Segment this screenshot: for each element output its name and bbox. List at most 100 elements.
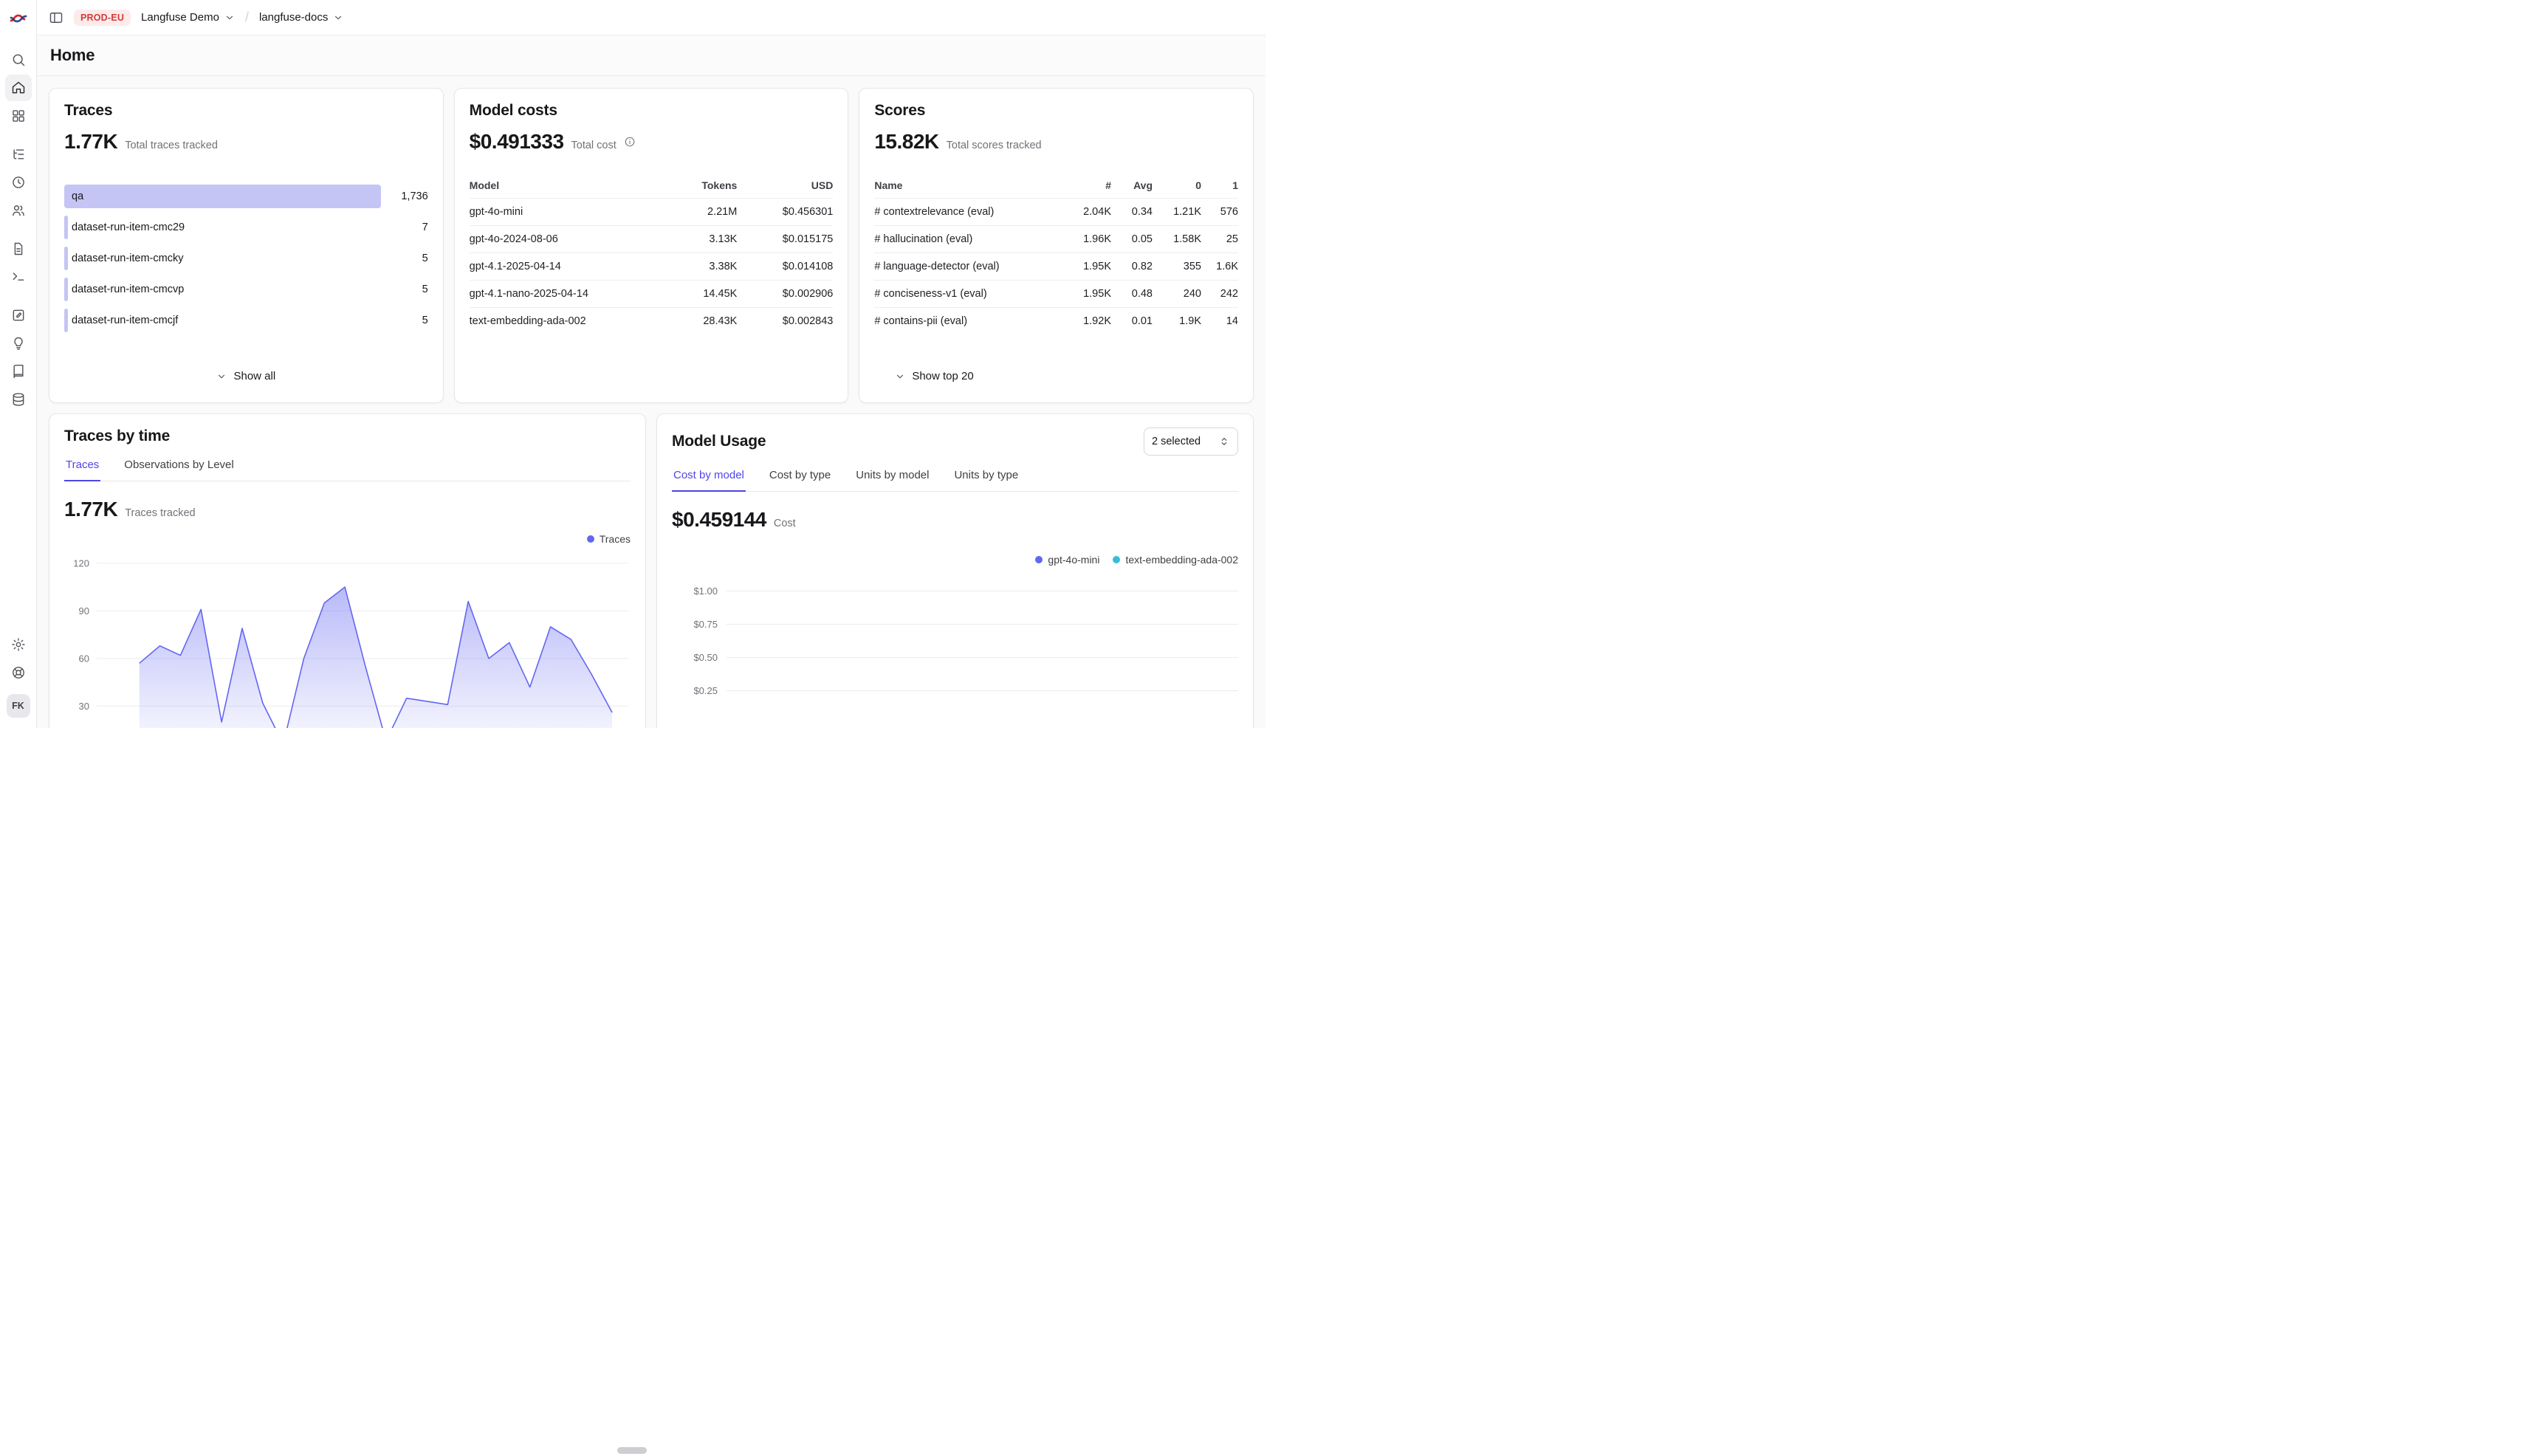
project-name: langfuse-docs <box>259 11 328 24</box>
terminal-icon <box>11 269 26 284</box>
sidebar-bottom: FK <box>5 631 32 718</box>
dashboard-content: Traces 1.77K Total traces tracked qa1,73… <box>37 76 1266 728</box>
trace-bar-row[interactable]: dataset-run-item-cmcvp5 <box>64 278 428 301</box>
table-cell: 1.92K <box>1060 315 1111 327</box>
scores-card: Scores 15.82K Total scores tracked Name#… <box>859 88 1254 403</box>
info-icon[interactable] <box>624 136 636 148</box>
tab-observations-by-level[interactable]: Observations by Level <box>123 454 235 481</box>
table-cell: 0.48 <box>1111 288 1153 300</box>
user-avatar[interactable]: FK <box>7 694 30 718</box>
table-header-cell: Avg <box>1111 179 1153 191</box>
sidebar-toggle-button[interactable] <box>49 10 63 25</box>
table-header-cell: 0 <box>1153 179 1201 191</box>
table-cell: $0.002843 <box>737 315 833 327</box>
scores-card-title: Scores <box>874 102 1238 120</box>
table-cell: text-embedding-ada-002 <box>470 315 634 327</box>
table-cell: gpt-4o-mini <box>470 206 634 218</box>
trace-bar-row[interactable]: dataset-run-item-cmcjf 5 <box>64 309 428 332</box>
table-row: # contains-pii (eval)1.92K0.011.9K14 <box>874 308 1238 334</box>
trace-bar-row[interactable]: dataset-run-item-cmc297 <box>64 216 428 239</box>
top-card-row: Traces 1.77K Total traces tracked qa1,73… <box>49 88 1254 403</box>
table-header-cell: Tokens <box>633 179 737 191</box>
trace-bar-row[interactable]: dataset-run-item-cmcky5 <box>64 247 428 270</box>
sidebar-sessions-button[interactable] <box>5 169 32 196</box>
tab-units-by-type[interactable]: Units by type <box>952 464 1020 492</box>
horizontal-scrollbar-thumb[interactable] <box>617 1447 647 1454</box>
search-icon <box>11 52 26 67</box>
sidebar-playground-button[interactable] <box>5 264 32 290</box>
table-cell: 28.43K <box>633 315 737 327</box>
sidebar-search-button[interactable] <box>5 47 32 73</box>
table-cell: 3.38K <box>633 261 737 272</box>
show-all-button[interactable]: Show all <box>206 363 286 389</box>
usage-gridline <box>727 690 1238 691</box>
table-cell: # contextrelevance (eval) <box>874 206 1060 218</box>
traces-by-time-card: Traces by time Traces Observations by Le… <box>49 413 646 728</box>
model-select-value: 2 selected <box>1152 436 1201 447</box>
chevron-down-icon <box>895 371 905 382</box>
table-cell: 1.95K <box>1060 261 1111 272</box>
trace-bar-value: 5 <box>422 315 428 326</box>
page-header: Home <box>37 35 1266 76</box>
notebook-icon <box>11 364 26 379</box>
table-cell: 1.21K <box>1153 206 1201 218</box>
sidebar-support-button[interactable] <box>5 659 32 686</box>
usage-grid-row: $0.25 <box>672 674 1238 707</box>
model-usage-metric: $0.459144 <box>672 508 766 532</box>
table-cell: # conciseness-v1 (eval) <box>874 288 1060 300</box>
chevron-down-icon <box>216 371 227 382</box>
model-costs-card-title: Model costs <box>470 102 834 120</box>
table-cell: 3.13K <box>633 233 737 245</box>
org-switcher[interactable]: Langfuse Demo <box>141 11 235 24</box>
sidebar-llm-judge-button[interactable] <box>5 302 32 329</box>
traces-card: Traces 1.77K Total traces tracked qa1,73… <box>49 88 444 403</box>
trace-bar-row[interactable]: qa1,736 <box>64 185 428 208</box>
model-usage-metric-label: Cost <box>774 518 796 529</box>
table-cell: 1.95K <box>1060 288 1111 300</box>
project-switcher[interactable]: langfuse-docs <box>259 11 343 24</box>
trace-bar-value: 7 <box>422 222 428 233</box>
database-icon <box>11 392 26 407</box>
sidebar-annotation-button[interactable] <box>5 330 32 357</box>
traces-metric-row: 1.77K Total traces tracked <box>64 130 428 154</box>
table-cell: gpt-4.1-nano-2025-04-14 <box>470 288 634 300</box>
sidebar-scores-button[interactable] <box>5 358 32 385</box>
table-row: # hallucination (eval)1.96K0.051.58K25 <box>874 226 1238 253</box>
table-cell: 14.45K <box>633 288 737 300</box>
table-cell: 25 <box>1201 233 1238 245</box>
table-header-row: Name#Avg01 <box>874 174 1238 199</box>
trace-bar-value: 5 <box>422 284 428 295</box>
gear-icon <box>11 637 26 652</box>
usage-y-tick-label: $0.50 <box>672 652 718 663</box>
sidebar-users-button[interactable] <box>5 197 32 224</box>
sidebar-prompts-button[interactable] <box>5 236 32 262</box>
trace-bar-fill <box>64 185 381 208</box>
sidebar-tracing-button[interactable] <box>5 141 32 168</box>
langfuse-logo-icon[interactable] <box>7 7 30 30</box>
traces-by-time-metric: 1.77K <box>64 498 117 521</box>
legend-item: gpt-4o-mini <box>1035 554 1099 566</box>
model-select[interactable]: 2 selected <box>1144 427 1238 456</box>
home-icon <box>11 80 26 95</box>
show-top-20-label: Show top 20 <box>912 370 973 382</box>
sidebar-settings-button[interactable] <box>5 631 32 658</box>
traces-metric: 1.77K <box>64 130 117 154</box>
model-costs-metric-label: Total cost <box>571 140 617 151</box>
sidebar-datasets-button[interactable] <box>5 386 32 413</box>
model-costs-metric-row: $0.491333 Total cost <box>470 130 834 154</box>
table-header-cell: USD <box>737 179 833 191</box>
table-row: # conciseness-v1 (eval)1.95K0.48240242 <box>874 281 1238 308</box>
usage-y-tick-label: $1.00 <box>672 586 718 597</box>
show-top-20-button[interactable]: Show top 20 <box>885 363 983 389</box>
sidebar-group-prompts <box>5 235 32 291</box>
tab-units-by-model[interactable]: Units by model <box>854 464 930 492</box>
sidebar-home-button[interactable] <box>5 75 32 101</box>
sidebar-dashboards-button[interactable] <box>5 103 32 129</box>
tab-traces[interactable]: Traces <box>64 454 100 481</box>
breadcrumb-slash: / <box>245 10 249 25</box>
clock-icon <box>11 175 26 190</box>
trace-bar-label: dataset-run-item-cmcjf <box>64 315 178 326</box>
traces-bar-list: qa1,736 dataset-run-item-cmc297 dataset-ru… <box>64 185 428 340</box>
tab-cost-by-model[interactable]: Cost by model <box>672 464 746 492</box>
tab-cost-by-type[interactable]: Cost by type <box>768 464 832 492</box>
